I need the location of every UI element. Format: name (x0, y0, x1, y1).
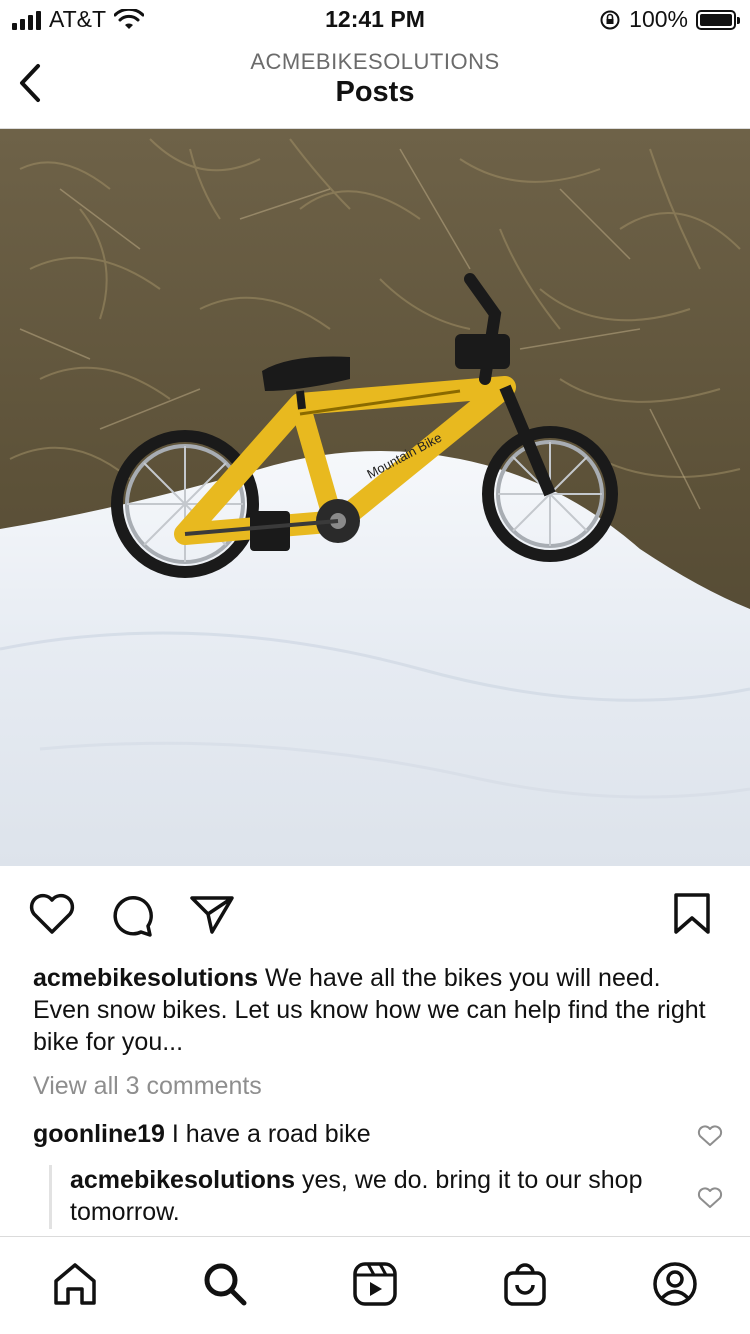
comment-text: I have a road bike (164, 1120, 371, 1148)
post-caption: acmebikesolutions We have all the bikes … (33, 962, 723, 1058)
bookmark-icon[interactable] (672, 892, 712, 936)
shopping-bag-icon[interactable] (502, 1261, 548, 1307)
comment-icon[interactable] (108, 892, 156, 938)
reply-divider (49, 1165, 52, 1229)
status-bar: AT&T 12:41 PM 100% (0, 0, 750, 40)
reels-icon[interactable] (352, 1261, 398, 1307)
comment-username[interactable]: goonline19 (33, 1120, 165, 1148)
search-icon[interactable] (202, 1261, 248, 1307)
caption-username[interactable]: acmebikesolutions (33, 964, 258, 992)
post-image[interactable]: Mountain Bike (0, 129, 750, 866)
status-right: 100% (599, 6, 740, 33)
post-actions (0, 866, 750, 960)
bottom-tab-bar (0, 1236, 750, 1334)
orientation-lock-icon (600, 10, 620, 29)
reply-like-heart-icon[interactable] (697, 1186, 723, 1210)
paper-plane-icon[interactable] (188, 892, 236, 936)
view-all-comments-link[interactable]: View all 3 comments (33, 1072, 262, 1101)
page-title: Posts (335, 76, 415, 108)
profile-icon[interactable] (652, 1261, 698, 1307)
top-nav: ACMEBIKESOLUTIONS Posts (0, 40, 750, 129)
post-photo-illustration: Mountain Bike (0, 129, 750, 866)
battery-icon (696, 9, 740, 30)
comment-item: goonline19 I have a road bike (33, 1118, 673, 1150)
account-name: ACMEBIKESOLUTIONS (250, 49, 500, 74)
comment-like-heart-icon[interactable] (697, 1124, 723, 1148)
heart-icon[interactable] (28, 892, 76, 936)
reply-item: acmebikesolutions yes, we do. bring it t… (70, 1164, 670, 1228)
battery-label: 100% (629, 6, 688, 32)
reply-username[interactable]: acmebikesolutions (70, 1166, 295, 1194)
home-icon[interactable] (52, 1261, 98, 1307)
